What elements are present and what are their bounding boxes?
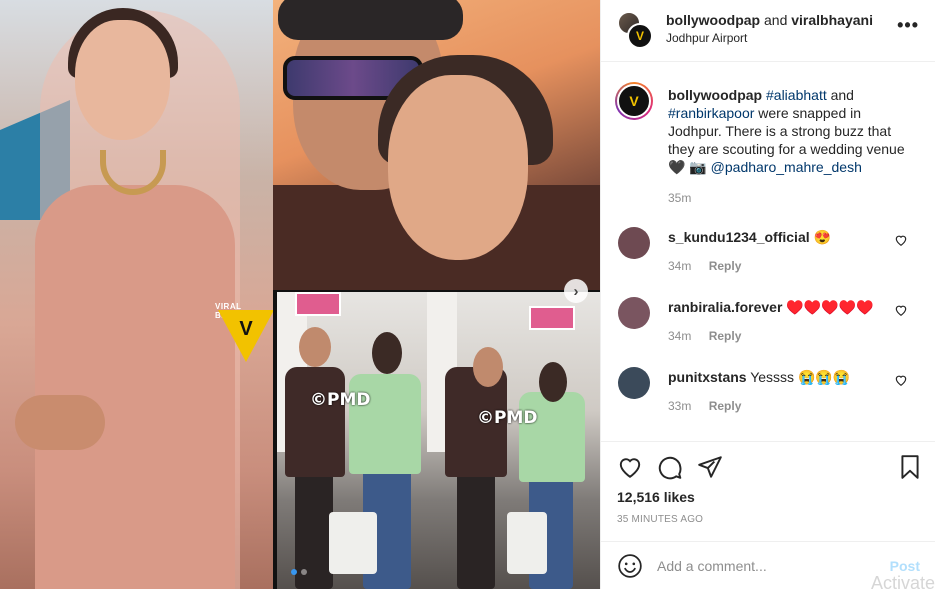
hashtag-link[interactable]: #aliabhatt: [766, 87, 827, 103]
carousel-dots: [291, 569, 307, 575]
comment-item: ranbiralia.forever ♥️♥️♥️♥️♥️ 34m Reply: [601, 297, 935, 357]
logo-letter: V: [635, 29, 644, 43]
likes-count[interactable]: 12,516 likes: [617, 489, 695, 505]
comment-item: punitxstans Yessss 😭😭😭 33m Reply: [601, 367, 935, 427]
woman-face: [388, 75, 528, 260]
person-head: [539, 362, 567, 402]
comment-text: s_kundu1234_official 😍: [668, 229, 883, 246]
avatar[interactable]: V: [627, 23, 653, 49]
comment-username[interactable]: s_kundu1234_official: [668, 229, 810, 245]
comment-body: ♥️♥️♥️♥️♥️: [786, 299, 874, 315]
author-link[interactable]: bollywoodpap: [666, 12, 760, 28]
comment-body: 😍: [813, 229, 831, 245]
like-heart-icon[interactable]: [617, 454, 643, 480]
man-bandana: [278, 0, 463, 40]
hashtag-link[interactable]: #ranbirkapoor: [668, 105, 754, 121]
reply-button[interactable]: Reply: [709, 399, 742, 413]
comment-time[interactable]: 34m: [668, 329, 691, 343]
collage-divider: [273, 290, 600, 292]
bride-dress: [35, 185, 235, 589]
reply-button[interactable]: Reply: [709, 329, 742, 343]
heart-icon[interactable]: [894, 373, 908, 387]
comment-meta: 34m Reply: [668, 329, 741, 343]
mention-link[interactable]: @padharo_mahre_desh: [711, 159, 862, 175]
pmd-watermark: ©PMD: [310, 390, 371, 410]
heart-icon[interactable]: [894, 303, 908, 317]
carousel-dot-active: [291, 569, 297, 575]
comment-time[interactable]: 34m: [668, 259, 691, 273]
heart-icon[interactable]: [894, 233, 908, 247]
person-legs: [457, 467, 495, 589]
next-slide-button[interactable]: ›: [564, 279, 588, 303]
post-timestamp[interactable]: 35 MINUTES AGO: [617, 514, 703, 525]
post-authors: bollywoodpap and viralbhayani: [666, 12, 873, 28]
post-header: V bollywoodpap and viralbhayani Jodhpur …: [601, 0, 935, 62]
logo-letter: V: [629, 93, 639, 109]
comment-bubble-icon[interactable]: [657, 454, 683, 480]
bookmark-icon[interactable]: [897, 454, 923, 480]
comment-meta: 34m Reply: [668, 259, 741, 273]
comment-input[interactable]: [657, 552, 877, 580]
caption-body: and: [830, 87, 854, 103]
caption-time[interactable]: 35m: [668, 191, 691, 205]
person-head: [299, 327, 331, 367]
comment-username[interactable]: punitxstans: [668, 369, 747, 385]
comment-body: Yessss 😭😭😭: [750, 369, 851, 385]
logo-letter: V: [239, 318, 253, 340]
caption-text: bollywoodpap #aliabhatt and #ranbirkapoo…: [668, 86, 918, 176]
post-comment-button[interactable]: Post: [890, 558, 920, 574]
author-avatars[interactable]: V: [617, 11, 653, 49]
caption-emoji: 🖤 📷: [668, 159, 707, 175]
reply-button[interactable]: Reply: [709, 259, 742, 273]
caption-avatar[interactable]: V: [615, 82, 653, 120]
person-jacket: [349, 374, 421, 474]
comment-item: s_kundu1234_official 😍 34m Reply: [601, 227, 935, 287]
airport-sign: [295, 292, 341, 316]
tote-bag: [329, 512, 377, 574]
post-media[interactable]: VIRAL BHAYANI V ©PMD ©PMD ›: [0, 0, 600, 589]
avatar[interactable]: [618, 227, 650, 259]
avatar[interactable]: [618, 297, 650, 329]
comment-meta: 33m Reply: [668, 399, 741, 413]
bride-face: [75, 20, 170, 140]
location-link[interactable]: Jodhpur Airport: [666, 31, 747, 45]
more-options-button[interactable]: •••: [897, 16, 919, 34]
caption-username[interactable]: bollywoodpap: [668, 87, 762, 103]
comment-text: ranbiralia.forever ♥️♥️♥️♥️♥️: [668, 299, 883, 316]
emoji-smiley-icon[interactable]: [617, 553, 643, 579]
tote-bag: [507, 512, 547, 574]
person-jacket: [519, 392, 585, 482]
bride-hand: [15, 395, 105, 450]
avatar[interactable]: [618, 367, 650, 399]
person-head: [372, 332, 402, 374]
avatar: V: [617, 84, 651, 118]
comment-text: punitxstans Yessss 😭😭😭: [668, 369, 883, 386]
joiner-text: and: [764, 12, 788, 28]
share-paper-plane-icon[interactable]: [697, 454, 723, 480]
bride-photo: VIRAL BHAYANI V: [0, 0, 273, 589]
pmd-watermark: ©PMD: [477, 408, 538, 428]
airport-photo: ©PMD ©PMD: [277, 292, 600, 589]
airport-sign: [529, 306, 575, 330]
post-actions: 12,516 likes 35 MINUTES AGO: [601, 441, 935, 541]
author-link[interactable]: viralbhayani: [791, 12, 873, 28]
comment-time[interactable]: 33m: [668, 399, 691, 413]
person-head: [473, 347, 503, 387]
person-shirt: [285, 367, 345, 477]
activate-windows-overlay: Activate: [870, 573, 935, 589]
post-sidebar: V bollywoodpap and viralbhayani Jodhpur …: [600, 0, 935, 589]
more-horizontal-icon: •••: [897, 15, 919, 35]
comment-username[interactable]: ranbiralia.forever: [668, 299, 782, 315]
chevron-right-icon: ›: [573, 282, 579, 300]
collage-divider: [273, 290, 277, 589]
selfie-photo: [273, 0, 600, 290]
carousel-dot: [301, 569, 307, 575]
